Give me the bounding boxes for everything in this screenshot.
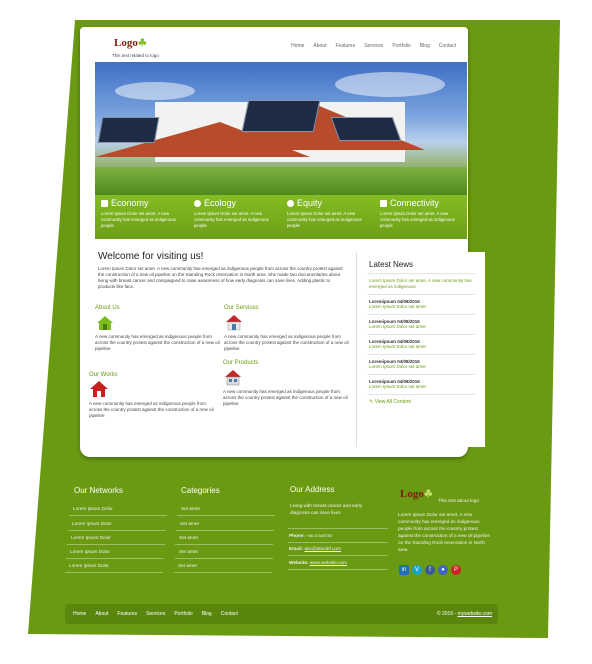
footer-network-link[interactable]: Lorem Ipsum Dolor (71, 535, 111, 540)
edit-icon: ✎ (369, 399, 374, 405)
vimeo-icon[interactable]: V (412, 565, 422, 575)
news-item[interactable]: Loremipsum 04/08/2016 Lorem Ipsum Dolor s… (357, 319, 485, 330)
footer-nav-about[interactable]: About (95, 611, 108, 617)
nav-home[interactable]: Home (291, 43, 304, 49)
footer-nav-home[interactable]: Home (73, 611, 86, 617)
our-works-title[interactable]: Our Works (89, 372, 219, 378)
footer-logo[interactable]: Logo☘ (400, 488, 433, 500)
house-icon (226, 315, 242, 331)
footer-phone: Phone: +86 42346780 (289, 533, 332, 538)
footer-nav-contact[interactable]: Contact (221, 611, 238, 617)
hero-image (95, 62, 467, 195)
footer-categories-title: Categories (181, 486, 220, 495)
product-house-icon (225, 370, 241, 386)
social-links: in V f ● P (399, 565, 461, 575)
footer-email[interactable]: Email: abc@abcdef.com (289, 546, 341, 551)
leaf-icon: ☘ (423, 489, 433, 500)
our-products-desc: A new community has emerged as indigenou… (223, 389, 348, 406)
news-item[interactable]: Loremipsum 04/08/2016 Lorem Ipsum Dolor s… (357, 379, 485, 390)
our-services-section: Our Services A new community has emerged… (224, 305, 354, 352)
footer-network-link[interactable]: Lorem Ipsum Dolor (69, 563, 109, 568)
about-us-title[interactable]: About Us (95, 305, 225, 311)
logo-tagline: This text related to logo (112, 53, 159, 58)
about-us-desc: A new community has emerged as indigenou… (95, 334, 220, 351)
leaf-icon: ☘ (137, 38, 147, 49)
our-works-desc: A new community has emerged as indigenou… (89, 401, 214, 418)
view-all-link[interactable]: ✎ View All Content (369, 399, 473, 405)
our-products-section: Our Products A new community has emerged… (223, 360, 353, 407)
footer-category-link[interactable]: Set amet (179, 535, 198, 540)
footer-category-link[interactable]: Set amet (181, 506, 200, 511)
footer-networks-title: Our Networks (74, 486, 123, 495)
footer-nav-features[interactable]: Features (117, 611, 137, 617)
nav-contact[interactable]: Contact (439, 43, 456, 49)
copyright-link[interactable]: mywebsite.com (458, 611, 492, 617)
welcome-body: Lorem Ipsum Dolor set amet. A new commun… (98, 266, 343, 289)
facebook-icon[interactable]: f (425, 565, 435, 575)
nav-blog[interactable]: Blog (420, 43, 430, 49)
latest-news-title: Latest News (369, 260, 414, 269)
footer-bottom-bar: Home About Features Services Portfolio B… (65, 604, 498, 624)
eco-house-icon (97, 316, 113, 330)
feature-ecology[interactable]: Ecology Lorem Ipsum Dolor set amet. A ne… (188, 195, 281, 239)
feature-connectivity[interactable]: Connectivity Lorem Ipsum Dolor set amet.… (374, 195, 467, 239)
nav-features[interactable]: Features (335, 43, 355, 49)
latest-news-panel: Latest News Lorem Ipsum Dolor set amet. … (356, 252, 485, 447)
bar-chart-icon (101, 199, 108, 207)
footer-logo-tagline: This text about logo (438, 498, 479, 503)
news-item[interactable]: Loremipsum 04/08/2016 Lorem Ipsum Dolor s… (357, 299, 485, 310)
logo[interactable]: Logo☘ (114, 37, 147, 49)
nav-portfolio[interactable]: Portfolio (392, 43, 410, 49)
footer-category-link[interactable]: Set amet (180, 521, 199, 526)
top-nav: Home About Features Services Portfolio B… (291, 43, 456, 49)
our-services-title[interactable]: Our Services (224, 305, 354, 311)
linkedin-icon[interactable]: in (399, 565, 409, 575)
nav-services[interactable]: Services (364, 43, 383, 49)
nav-about[interactable]: About (313, 43, 326, 49)
our-products-title[interactable]: Our Products (223, 360, 353, 366)
footer-network-link[interactable]: Lorem Ipsum Dolor (70, 549, 110, 554)
about-us-section: About Us A new community has emerged as … (95, 305, 225, 352)
footer-address-text: Living with breast cancer and early diag… (290, 503, 363, 515)
red-house-icon (90, 381, 108, 397)
users-icon (380, 199, 387, 207)
welcome-title: Welcome for visiting us! (98, 251, 204, 262)
flickr-icon[interactable]: ● (438, 565, 448, 575)
gear-icon (287, 199, 294, 207)
footer-nav: Home About Features Services Portfolio B… (73, 611, 238, 617)
footer-network-link[interactable]: Lorem Ipsum Dolor (72, 521, 112, 526)
footer-nav-portfolio[interactable]: Portfolio (174, 611, 192, 617)
news-lead[interactable]: Lorem Ipsum Dolor set amet. A new commun… (369, 278, 473, 290)
footer-about-text: Lorem Ipsum Dolor set amet. A new commun… (398, 512, 490, 552)
our-services-desc: A new community has emerged as indigenou… (224, 334, 349, 351)
feature-economy[interactable]: Economy Lorem Ipsum Dolor set amet. A ne… (95, 195, 188, 239)
feature-equity[interactable]: Equity Lorem Ipsum Dolor set amet. A new… (281, 195, 374, 239)
footer-address-title: Our Address (290, 485, 335, 494)
footer-network-link[interactable]: Lorem Ipsum Dolor (73, 506, 113, 511)
footer-website[interactable]: Website: www.website.com (289, 560, 347, 565)
footer-nav-blog[interactable]: Blog (202, 611, 212, 617)
our-works-section: Our Works A new community has emerged as… (89, 372, 219, 419)
footer-nav-services[interactable]: Services (146, 611, 165, 617)
pinterest-icon[interactable]: P (451, 565, 461, 575)
news-item[interactable]: Loremipsum 04/08/2016 Lorem Ipsum Dolor s… (357, 359, 485, 370)
leaf-circle-icon (194, 199, 201, 207)
features-strip: Economy Lorem Ipsum Dolor set amet. A ne… (95, 195, 467, 239)
footer-category-link[interactable]: Set amet (178, 563, 197, 568)
welcome-section: Welcome for visiting us! Lorem Ipsum Dol… (98, 251, 348, 290)
footer-category-link[interactable]: Set amet (179, 549, 198, 554)
news-item[interactable]: Loremipsum 04/08/2016 Lorem Ipsum Dolor s… (357, 339, 485, 350)
copyright: © 2016 - mywebsite.com (436, 611, 492, 617)
